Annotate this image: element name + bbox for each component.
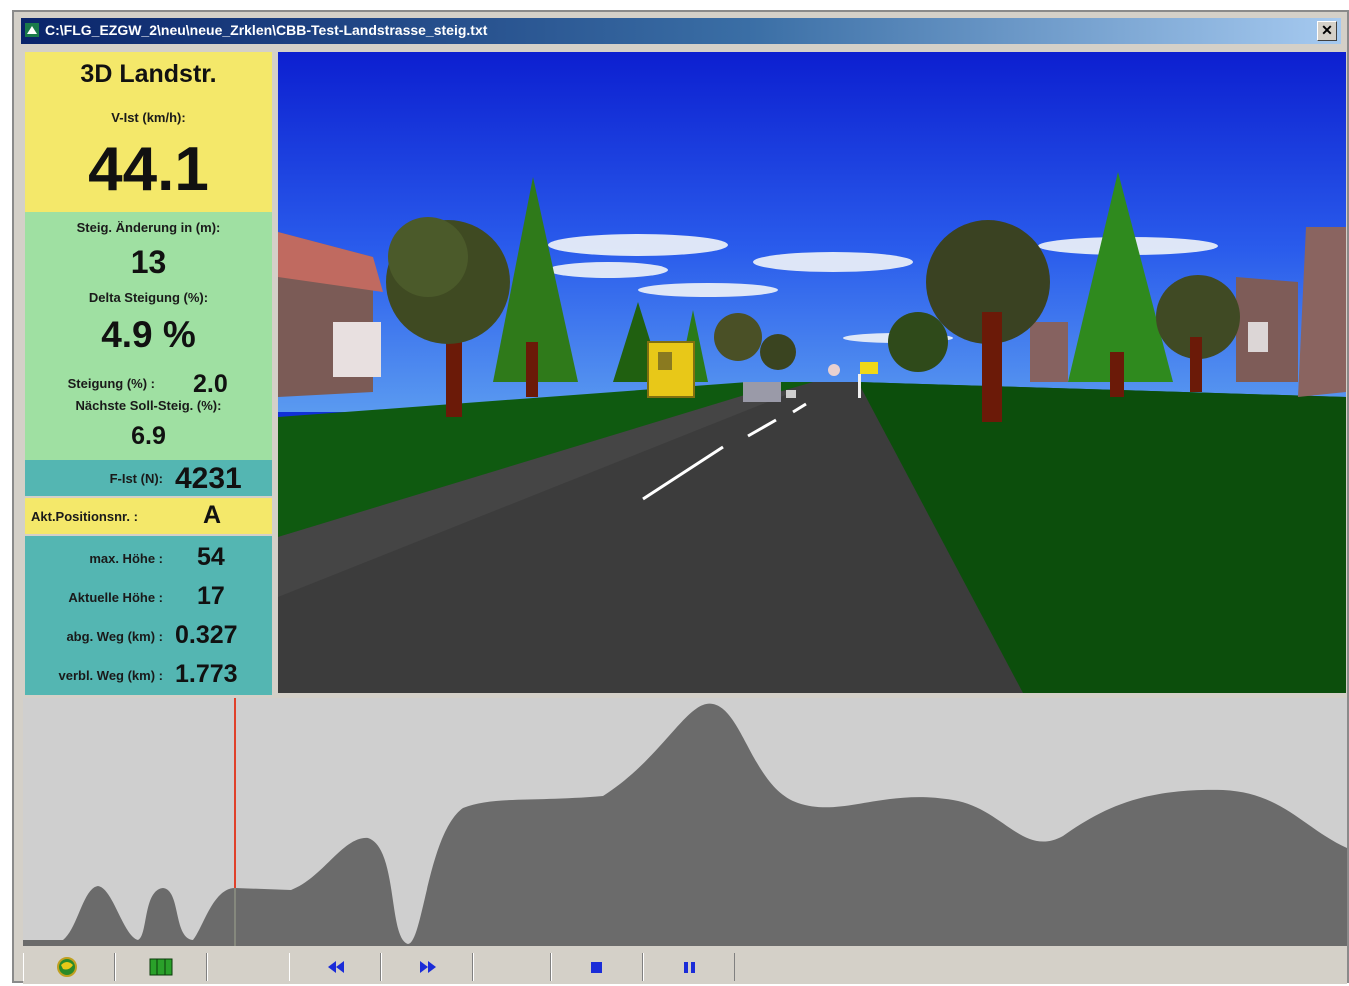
position-row: Akt.Positionsnr. : A — [25, 498, 272, 534]
distance-done-row: abg. Weg (km) : 0.327 — [25, 618, 272, 654]
close-button[interactable]: ✕ — [1317, 21, 1337, 41]
elevation-profile[interactable] — [23, 698, 1347, 946]
delta-slope-label: Delta Steigung (%): — [88, 290, 209, 305]
current-height-row: Aktuelle Höhe : 17 — [25, 579, 272, 615]
max-height-label: max. Höhe : — [89, 551, 163, 566]
next-target-label: Nächste Soll-Steig. (%): — [75, 398, 222, 413]
delta-slope-value: 4.9 % — [101, 314, 196, 355]
distance-left-value: 1.773 — [175, 660, 238, 688]
position-value: A — [203, 501, 222, 529]
globe-icon — [57, 957, 77, 977]
slope-section: Steig. Änderung in (m): 13 Delta Steigun… — [25, 212, 272, 460]
distance-section: max. Höhe : 54 Aktuelle Höhe : 17 abg. W… — [25, 536, 272, 695]
fast-forward-button[interactable] — [381, 953, 473, 981]
max-height-row: max. Höhe : 54 — [25, 540, 272, 576]
road-scene-image — [278, 52, 1346, 693]
scene-name: 3D Landstr. — [80, 60, 217, 88]
current-height-label: Aktuelle Höhe : — [68, 590, 163, 605]
window-title: C:\FLG_EZGW_2\neu\neue_Zrklen\CBB-Test-L… — [45, 22, 488, 38]
force-label: F-Ist (N): — [109, 471, 163, 486]
elevation-profile-chart — [23, 698, 1347, 946]
title-bar: C:\FLG_EZGW_2\neu\neue_Zrklen\CBB-Test-L… — [21, 18, 1341, 44]
distance-done-label: abg. Weg (km) : — [66, 629, 163, 644]
slope-row: Steigung (%) : 2.0 — [25, 370, 272, 398]
next-target-value: 6.9 — [131, 422, 166, 450]
distance-left-label: verbl. Weg (km) : — [58, 668, 163, 683]
globe-button[interactable] — [23, 953, 115, 981]
rewind-icon — [328, 961, 344, 973]
pause-icon — [684, 962, 695, 973]
fast-forward-icon — [420, 961, 436, 973]
stop-icon — [591, 962, 602, 973]
3d-road-view[interactable] — [278, 52, 1346, 693]
stop-button[interactable] — [551, 953, 643, 981]
speed-label: V-Ist (km/h): — [111, 110, 186, 125]
toolbar-spacer-2 — [473, 953, 551, 981]
app-window: C:\FLG_EZGW_2\neu\neue_Zrklen\CBB-Test-L… — [12, 10, 1349, 984]
force-value: 4231 — [175, 462, 242, 495]
distance-left-row: verbl. Weg (km) : 1.773 — [25, 657, 272, 693]
playback-toolbar — [23, 950, 1347, 984]
toolbar-spacer — [207, 953, 288, 981]
force-section: F-Ist (N): 4231 — [25, 460, 272, 496]
current-height-value: 17 — [197, 582, 225, 610]
distance-done-value: 0.327 — [175, 621, 238, 649]
rewind-button[interactable] — [289, 953, 381, 981]
map-icon — [149, 958, 173, 976]
app-icon — [25, 23, 39, 37]
max-height-value: 54 — [197, 543, 225, 571]
slope-label: Steigung (%) : — [67, 376, 155, 391]
map-button[interactable] — [115, 953, 207, 981]
speed-value: 44.1 — [88, 135, 209, 204]
slope-change-value: 13 — [130, 244, 167, 280]
slope-value: 2.0 — [193, 370, 228, 398]
position-section: Akt.Positionsnr. : A — [25, 498, 272, 534]
force-row: F-Ist (N): 4231 — [25, 460, 272, 496]
speed-section: 3D Landstr. V-Ist (km/h): 44.1 — [25, 52, 272, 212]
elevation-area — [23, 703, 1347, 946]
pause-button[interactable] — [643, 953, 735, 981]
slope-change-label: Steig. Änderung in (m): — [76, 220, 221, 235]
info-panel: 3D Landstr. V-Ist (km/h): 44.1 Steig. Än… — [25, 52, 272, 695]
position-label: Akt.Positionsnr. : — [31, 509, 138, 524]
